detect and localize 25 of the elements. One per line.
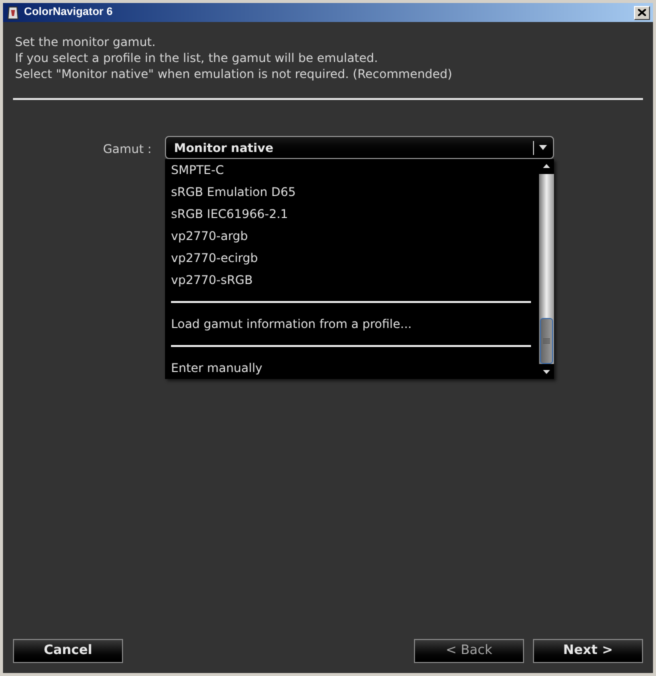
scroll-up-icon[interactable]: [539, 159, 554, 174]
instruction-text: If you select a profile in the list, the gamut will be emulated.: [15, 50, 379, 66]
dropdown-option[interactable]: SMPTE-C: [171, 159, 531, 181]
scroll-down-icon[interactable]: [539, 364, 554, 379]
app-icon: [6, 6, 20, 20]
dropdown-option[interactable]: sRGB Emulation D65: [171, 181, 531, 203]
dropdown-option[interactable]: Enter manually: [171, 357, 531, 379]
close-icon: [638, 9, 646, 16]
window-title: ColorNavigator 6: [24, 5, 113, 20]
dropdown-option[interactable]: vp2770-ecirgb: [171, 247, 531, 269]
dropdown-option[interactable]: Load gamut information from a profile...: [171, 313, 531, 335]
caret-icon: [539, 145, 547, 150]
scrollbar[interactable]: [539, 159, 554, 379]
gamut-label: Gamut :: [103, 141, 153, 158]
grip-icon: [543, 338, 550, 344]
next-button[interactable]: Next >: [533, 639, 643, 663]
dropdown-option[interactable]: vp2770-argb: [171, 225, 531, 247]
dropdown-option[interactable]: sRGB IEC61966-2.1: [171, 203, 531, 225]
instruction-text: Select "Monitor native" when emulation is not required. (Recommended): [15, 66, 454, 82]
cancel-button[interactable]: Cancel: [13, 639, 123, 663]
scroll-thumb[interactable]: [540, 318, 553, 364]
dropdown-option[interactable]: vp2770-sRGB: [171, 269, 531, 291]
instruction-text: Set the monitor gamut.: [15, 34, 157, 50]
gamut-dropdown[interactable]: Monitor native: [165, 136, 554, 159]
close-button[interactable]: [634, 6, 650, 20]
